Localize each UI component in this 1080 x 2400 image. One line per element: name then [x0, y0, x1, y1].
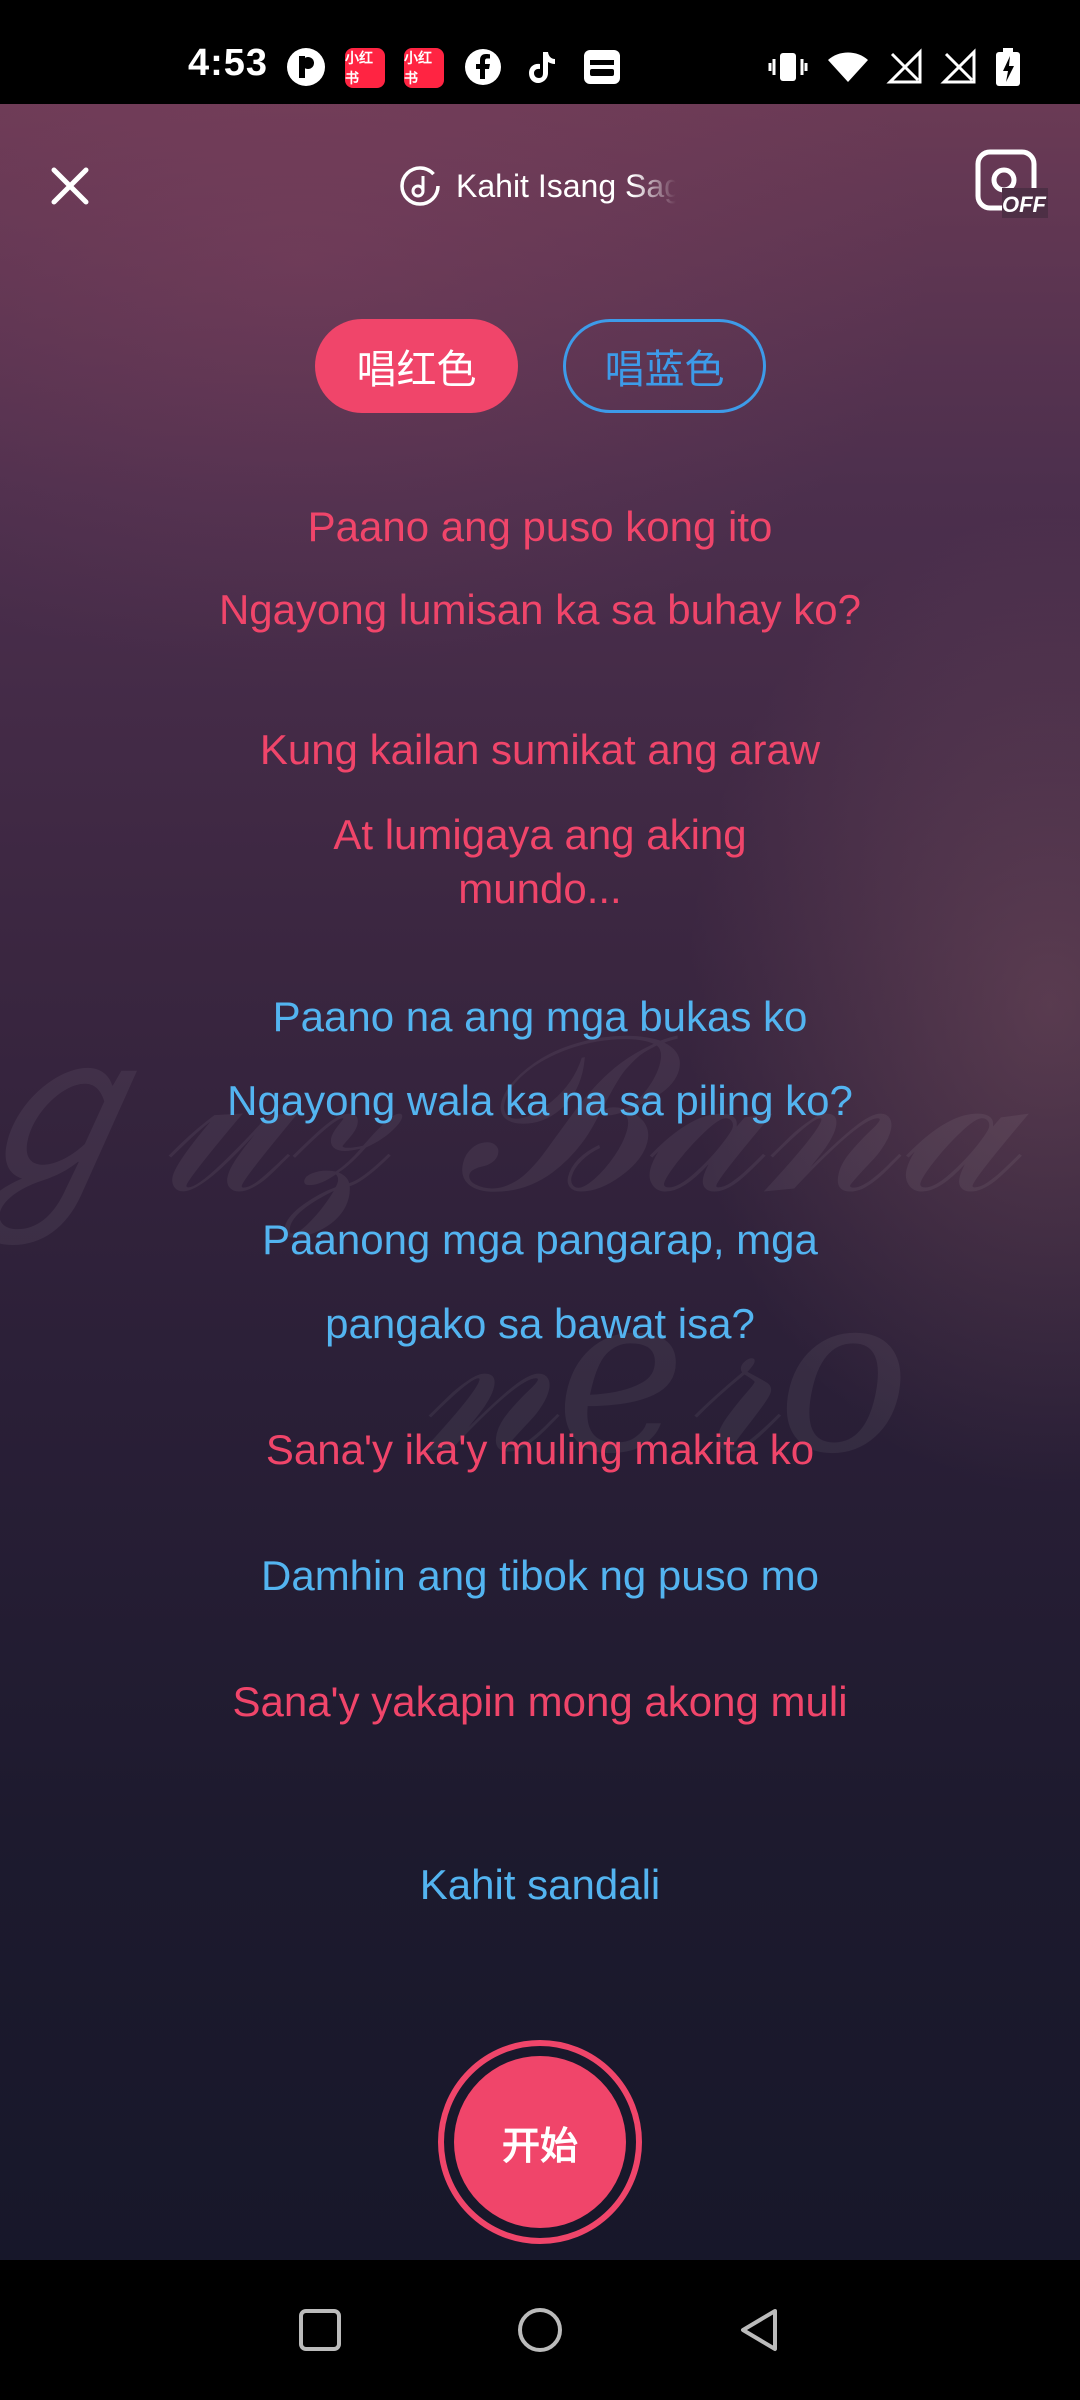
- back-triangle-icon: [741, 2309, 777, 2351]
- back-button[interactable]: [730, 2300, 790, 2360]
- p-app-icon: [286, 48, 326, 86]
- start-button-label: 开始: [454, 2056, 626, 2228]
- sing-blue-part-button[interactable]: 唱蓝色: [563, 319, 766, 413]
- lyric-line: pangako sa bawat isa?: [325, 1300, 755, 1347]
- xiaohongshu-icon: 小红书: [345, 48, 385, 88]
- lyric-line: Paano na ang mga bukas ko: [272, 993, 808, 1040]
- wifi-icon: [826, 48, 870, 86]
- no-signal-icon: [940, 48, 978, 86]
- recents-square-icon: [299, 2309, 341, 2351]
- facebook-icon: [464, 48, 502, 86]
- lyric-line: Ngayong lumisan ka sa buhay ko?: [218, 586, 862, 633]
- start-button[interactable]: 开始: [438, 2040, 642, 2244]
- lyric-line: Damhin ang tibok ng puso mo: [261, 1552, 819, 1599]
- xiaohongshu-icon: 小红书: [404, 48, 444, 88]
- vibrate-icon: [768, 48, 808, 86]
- xiaohongshu-badge-text: 小红书: [345, 50, 373, 86]
- no-signal-icon: [886, 48, 924, 86]
- xiaohongshu-badge-text: 小红书: [404, 50, 432, 86]
- sing-red-part-button[interactable]: 唱红色: [315, 319, 518, 413]
- home-circle-icon: [518, 2308, 562, 2352]
- song-title-text: Kahit Isang Saglit: [456, 167, 676, 204]
- status-time: 4:53: [188, 42, 269, 84]
- music-note-icon: [400, 166, 440, 206]
- lyric-line: Kung kailan sumikat ang araw: [259, 726, 821, 773]
- battery-charging-icon: [994, 48, 1022, 86]
- song-title[interactable]: Kahit Isang Saglit: [398, 160, 676, 212]
- lyric-line: Paano ang puso kong ito: [307, 503, 773, 550]
- home-button[interactable]: [510, 2300, 570, 2360]
- lyric-line: At lumigaya ang aking mundo...: [333, 811, 747, 912]
- recents-button[interactable]: [290, 2300, 350, 2360]
- lyric-line: Sana'y yakapin mong akong muli: [232, 1678, 848, 1725]
- lyric-line: Paanong mga pangarap, mga: [262, 1216, 818, 1263]
- karaoke-stage: ℊ𝓊𝓏 ℬ𝒶𝓃𝒶 𝓃𝑒𝓇𝑜: [0, 104, 1080, 2260]
- camera-off-badge: OFF: [1002, 192, 1046, 217]
- close-button[interactable]: [42, 158, 98, 214]
- lyric-line: Kahit sandali: [419, 1861, 661, 1908]
- tiktok-icon: [524, 48, 558, 86]
- lyric-line: Sana'y ika'y muling makita ko: [265, 1426, 815, 1473]
- wallet-icon: [582, 48, 622, 86]
- close-icon: [51, 167, 89, 205]
- status-bar: 4:53 小红书 小红书: [0, 0, 1080, 104]
- camera-toggle-button[interactable]: OFF: [974, 148, 1048, 222]
- lyric-line: Ngayong wala ka na sa piling ko?: [227, 1077, 853, 1124]
- navigation-bar: [0, 2260, 1080, 2400]
